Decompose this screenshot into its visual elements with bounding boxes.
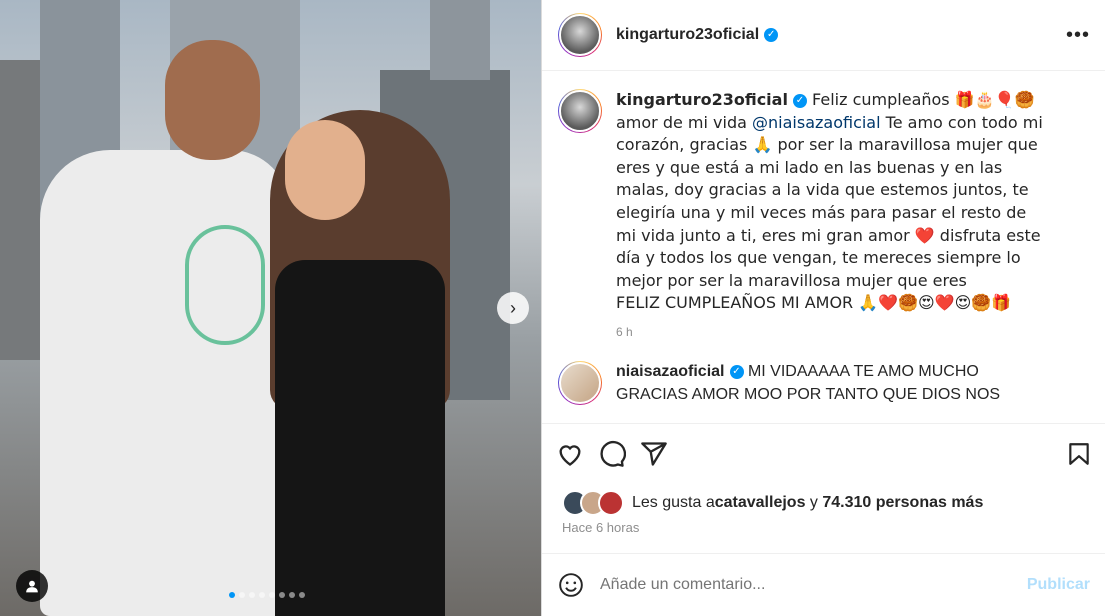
post-time[interactable]: Hace 6 horas [562,520,639,535]
action-bar [542,423,1105,483]
post-photo[interactable]: › [0,0,541,616]
verified-icon: ✓ [729,364,744,379]
tagged-users-button[interactable] [16,570,48,602]
author-username[interactable]: kingarturo23oficial [616,26,759,44]
caption: kingarturo23oficial ✓ Feliz cumpleaños 🎁🎂… [558,89,1090,339]
verified-icon: ✓ [792,93,807,108]
publish-button[interactable]: Publicar [1027,576,1090,594]
liker-username[interactable]: catavallejos [715,494,806,512]
carousel-dot [229,592,235,598]
carousel-dot [299,592,305,598]
likes-count[interactable]: 74.310 personas más [822,494,983,512]
like-button[interactable] [556,440,584,468]
likes-connector: y [805,494,823,511]
commenter-username[interactable]: niaisazaoficial [616,363,725,380]
more-icon[interactable]: ••• [1066,24,1090,47]
save-icon [1069,442,1089,465]
commenter-avatar[interactable] [558,360,602,405]
caption-text: kingarturo23oficial ✓ Feliz cumpleaños 🎁🎂… [616,89,1046,315]
author-avatar[interactable] [558,13,602,57]
carousel-dot [259,592,265,598]
emoji-icon[interactable] [558,572,584,598]
comment-input[interactable] [598,575,1027,595]
carousel-dot [249,592,255,598]
save-button[interactable] [1066,440,1092,468]
share-icon [641,441,667,466]
heart-icon [559,444,581,466]
comment-composer: Publicar [542,553,1105,616]
carousel-dot [279,592,285,598]
likes-prefix: Les gusta a [632,494,715,511]
caption-time[interactable]: 6 h [616,325,1046,339]
comments-section[interactable]: kingarturo23oficial ✓ Feliz cumpleaños 🎁🎂… [542,71,1105,441]
verified-icon: ✓ [764,28,779,42]
caption-line: FELIZ CUMPLEAÑOS MI AMOR 🙏❤️🥮😍❤️😍🥮🎁 [616,293,1012,313]
post-details-panel: kingarturo23oficial ✓ ••• kingarturo23of… [541,0,1105,616]
carousel-dot [289,592,295,598]
next-arrow-icon: › [510,297,516,318]
caption-author[interactable]: kingarturo23oficial [616,90,788,109]
mention-link[interactable]: @niaisazaoficial [752,113,881,132]
likes-summary: Les gusta a catavallejos y 74.310 person… [562,490,983,516]
next-photo-button[interactable]: › [497,292,529,324]
likers-avatars[interactable] [562,490,624,516]
comment-icon [600,440,626,467]
post-header: kingarturo23oficial ✓ ••• [542,0,1105,71]
caption-line: amor de mi vida [616,112,753,132]
caption-line: Feliz cumpleaños 🎁🎂🎈🥮 [812,90,1035,109]
comment-text: niaisazaoficial ✓ MI VIDAAAAA TE AMO MUCH… [616,361,1046,406]
caption-avatar[interactable] [558,89,602,133]
comment-item: niaisazaoficial ✓ MI VIDAAAAA TE AMO MUCH… [558,360,1090,406]
tag-user-icon [26,580,38,593]
carousel-dot [239,592,245,598]
carousel-indicator [229,592,305,598]
carousel-dot [269,592,275,598]
caption-line: Te amo con todo mi corazón, gracias 🙏 po… [616,112,1043,290]
share-button[interactable] [640,440,668,468]
comment-button[interactable] [598,440,626,468]
